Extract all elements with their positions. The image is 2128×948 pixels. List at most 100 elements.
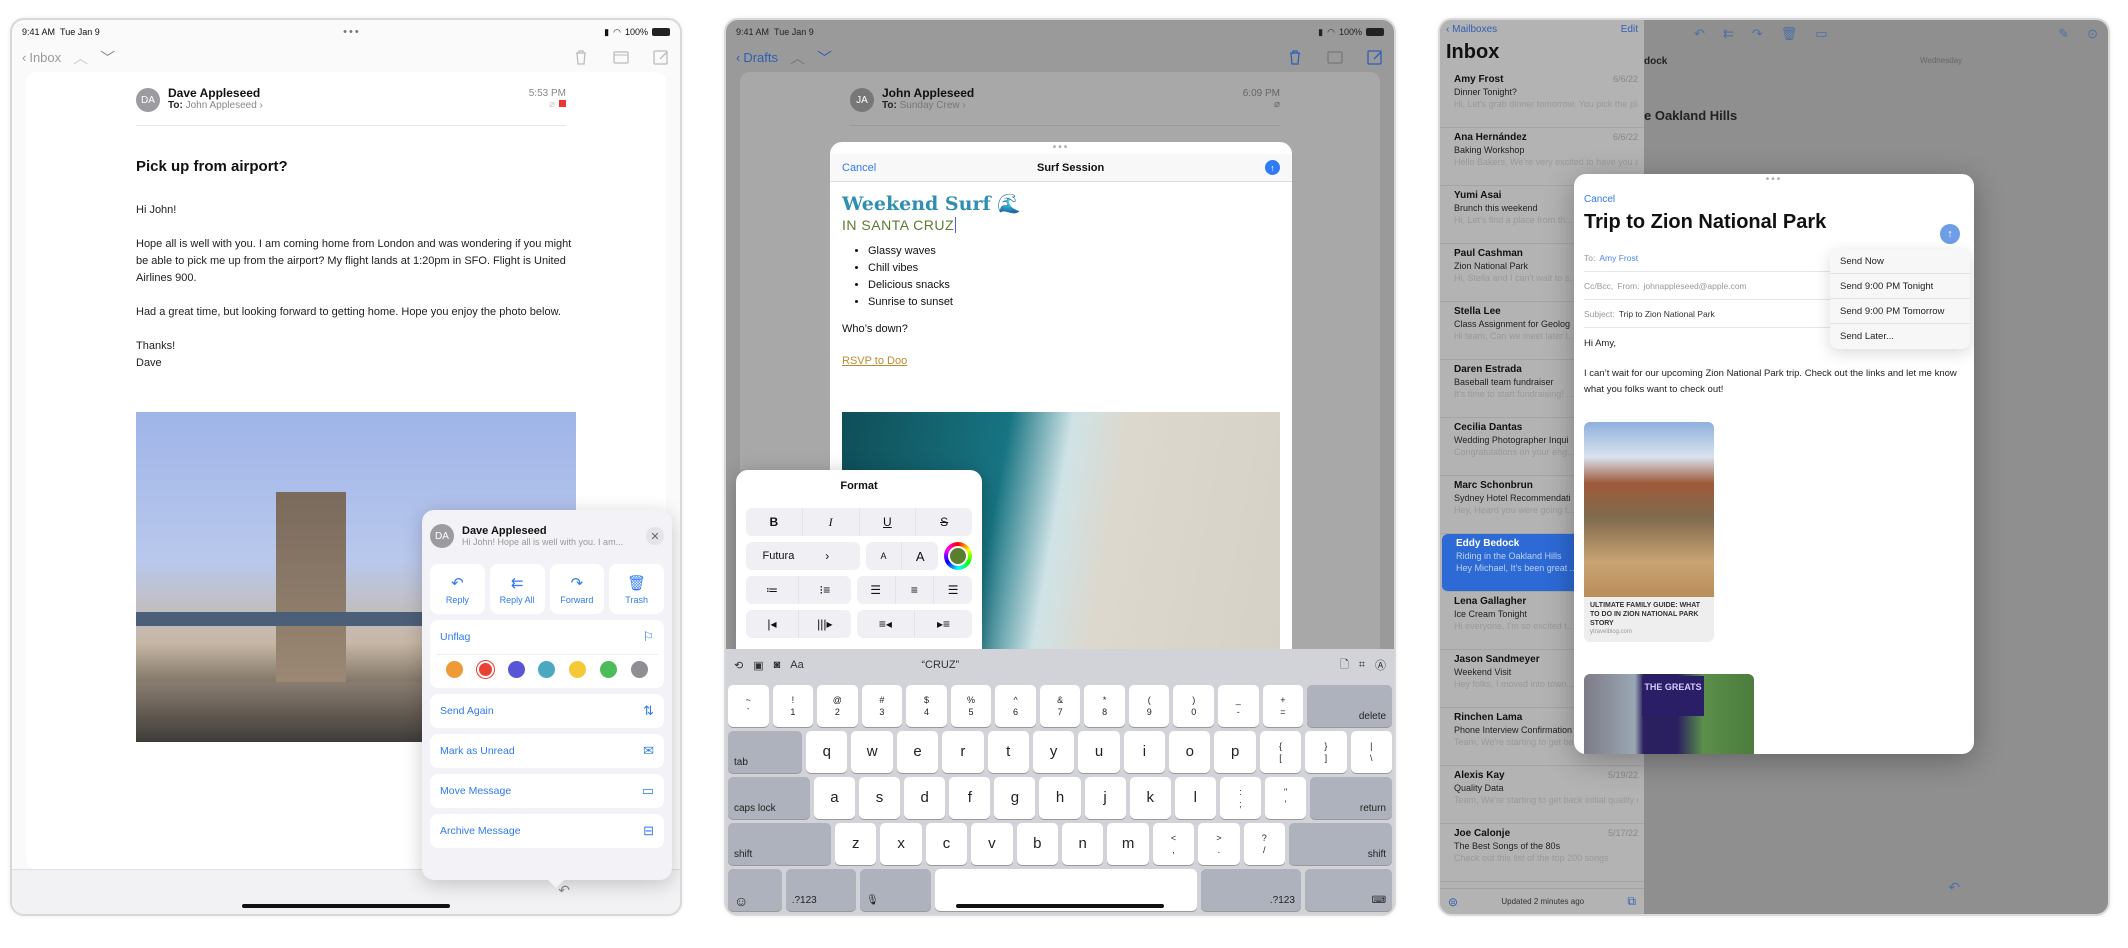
forward-button[interactable]: ↷ Forward — [549, 564, 605, 614]
key-e[interactable]: e — [896, 731, 939, 773]
link-preview-card-2[interactable]: THE GREATS — [1584, 674, 1754, 754]
flag-color-swatch[interactable] — [569, 661, 587, 678]
numbered-list-icon[interactable]: ≔ — [746, 576, 799, 604]
increase-quote-level-icon[interactable]: |||▸ — [799, 610, 851, 638]
key-v[interactable]: v — [971, 823, 1013, 865]
key-q[interactable]: q — [806, 731, 848, 773]
decrease-font-size-button[interactable]: A — [866, 542, 903, 570]
shift-key-left[interactable]: shift — [728, 823, 832, 865]
trash-icon[interactable] — [1286, 48, 1304, 66]
key-t[interactable]: t — [987, 731, 1029, 773]
key-][interactable]: }] — [1305, 731, 1347, 773]
key-s[interactable]: s — [859, 777, 901, 819]
key-5[interactable]: % 5 — [950, 685, 992, 727]
emoji-key[interactable]: ☺ — [728, 869, 782, 911]
compose-icon[interactable] — [1366, 48, 1384, 66]
align-center-icon[interactable]: ≡ — [896, 576, 935, 604]
folder-icon[interactable] — [1326, 48, 1344, 66]
text-color-picker[interactable] — [944, 542, 972, 570]
unflag-button[interactable]: Unflag ⚐ — [430, 620, 664, 654]
rsvp-link[interactable]: RSVP to Doo — [842, 355, 1280, 367]
indent-icon[interactable]: ▸≡ — [915, 610, 972, 638]
key-1[interactable]: ! 1 — [772, 685, 814, 727]
numbers-key-right[interactable]: .?123 — [1201, 869, 1301, 911]
recipient-line[interactable]: To: Sunday Crew › — [882, 100, 974, 111]
align-right-icon[interactable]: ☰ — [934, 576, 972, 604]
archive-message-button[interactable]: Archive Message ⊟ — [430, 814, 664, 848]
mailboxes-back-button[interactable]: ‹ Mailboxes — [1446, 24, 1497, 35]
link-preview-card[interactable]: ULTIMATE FAMILY GUIDE: WHAT TO DO IN ZIO… — [1584, 422, 1714, 642]
font-picker[interactable]: Futura › — [746, 542, 860, 570]
multiple-windows-icon[interactable]: ⧉ — [1627, 894, 1636, 909]
recipient-line[interactable]: To: John Appleseed › — [168, 100, 263, 111]
key-7[interactable]: & 7 — [1039, 685, 1081, 727]
trash-icon[interactable]: 🗑 — [1781, 26, 1798, 42]
increase-font-size-button[interactable]: A — [902, 542, 938, 570]
shift-key-right[interactable]: shift — [1288, 823, 1393, 865]
format-button[interactable]: Aa — [790, 659, 803, 671]
key-j[interactable]: j — [1084, 777, 1126, 819]
reply-all-icon[interactable]: ⇇ — [1723, 26, 1734, 42]
list-item[interactable]: Joe Calonje 5/17/22 The Best Songs of the … — [1440, 824, 1644, 882]
edit-button[interactable]: Edit — [1621, 24, 1638, 35]
markup-icon[interactable]: Ⓐ — [1375, 657, 1386, 673]
delete-key[interactable]: delete — [1307, 685, 1393, 727]
key--[interactable]: _ - — [1218, 685, 1259, 727]
key-=[interactable]: + = — [1262, 685, 1304, 727]
key-m[interactable]: m — [1107, 823, 1149, 865]
key-6[interactable]: ^ 6 — [995, 685, 1036, 727]
key-h[interactable]: h — [1039, 777, 1081, 819]
key-9[interactable]: (9 — [1128, 685, 1170, 727]
key-z[interactable]: z — [835, 823, 877, 865]
key-.[interactable]: >. — [1198, 823, 1240, 865]
key-y[interactable]: y — [1032, 731, 1075, 773]
return-key[interactable]: return — [1310, 777, 1392, 819]
tab-key[interactable]: tab — [728, 731, 803, 773]
cancel-button[interactable]: Cancel — [842, 162, 876, 174]
outdent-icon[interactable]: ≡◂ — [857, 610, 915, 638]
dictation-key[interactable]: 🎙 — [860, 869, 931, 911]
key-n[interactable]: n — [1062, 823, 1104, 865]
filter-icon[interactable]: ⊜ — [1448, 895, 1458, 909]
undo-redo-icon[interactable]: ⟲ — [734, 659, 743, 672]
trash-button[interactable]: 🗑 Trash — [609, 564, 664, 614]
align-left-icon[interactable]: ☰ — [857, 576, 896, 604]
key-3[interactable]: #3 — [861, 685, 903, 727]
key-g[interactable]: g — [994, 777, 1036, 819]
back-button[interactable]: ‹ Drafts — [736, 50, 778, 65]
multitasking-dots-icon[interactable]: ••• — [343, 26, 361, 38]
list-item[interactable]: Amy Frost 6/6/22 Dinner Tonight? Hi, Let's … — [1440, 70, 1644, 128]
mark-as-unread-button[interactable]: Mark as Unread ✉ — [430, 734, 664, 768]
key-k[interactable]: k — [1129, 777, 1171, 819]
strikethrough-button[interactable]: S — [916, 508, 972, 536]
key-/[interactable]: ? / — [1243, 823, 1285, 865]
flag-color-swatch[interactable] — [446, 661, 463, 678]
flag-color-swatch[interactable] — [630, 661, 648, 678]
key-0[interactable]: ) 0 — [1173, 685, 1215, 727]
key-2[interactable]: @2 — [817, 685, 858, 727]
flag-color-swatch[interactable] — [507, 661, 525, 678]
folder-icon[interactable]: ▭ — [1815, 26, 1827, 42]
key-a[interactable]: a — [813, 777, 855, 819]
sender-name[interactable]: Dave Appleseed — [168, 86, 263, 100]
back-button[interactable]: ‹ Inbox — [22, 50, 61, 65]
send-button[interactable]: ↑ — [1940, 224, 1960, 244]
send-button[interactable]: ↑ — [1265, 160, 1280, 175]
previous-message-icon[interactable]: ︿ — [73, 47, 88, 68]
key-r[interactable]: r — [942, 731, 984, 773]
key-o[interactable]: o — [1169, 731, 1211, 773]
forward-icon[interactable]: ↷ — [1752, 26, 1763, 42]
reply-all-button[interactable]: ⇇ Reply All — [489, 564, 545, 614]
key-c[interactable]: c — [925, 823, 968, 865]
autocorrect-suggestion[interactable]: “CRUZ” — [814, 659, 1067, 671]
key-`[interactable]: ~ ` — [728, 685, 769, 727]
photo-library-icon[interactable]: ▣ — [753, 659, 763, 672]
list-item[interactable]: Alexis Kay 5/19/22 Quality Data Team, We're… — [1440, 766, 1644, 824]
key-i[interactable]: i — [1123, 731, 1166, 773]
folder-icon[interactable] — [612, 48, 630, 66]
close-icon[interactable]: ✕ — [646, 527, 664, 545]
trash-icon[interactable] — [572, 48, 590, 66]
key-b[interactable]: b — [1016, 823, 1059, 865]
compose-icon[interactable]: ✎ — [2058, 26, 2069, 42]
more-icon[interactable]: ⊙ — [2087, 26, 2098, 42]
